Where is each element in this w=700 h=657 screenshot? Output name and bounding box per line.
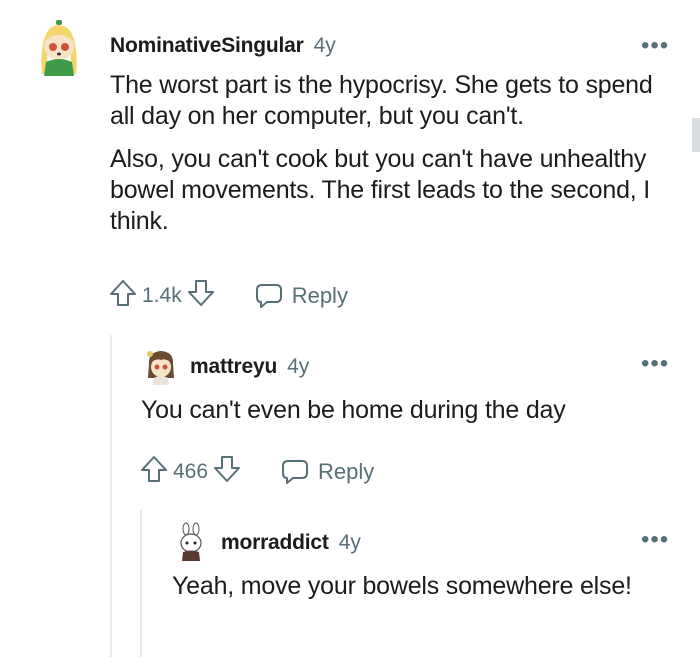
comment-header: mattreyu 4y <box>190 355 309 379</box>
speech-bubble-icon <box>282 460 309 484</box>
snoo-avatar-bunny-ears-icon <box>180 522 202 561</box>
comment-paragraph: You can't even be home during the day <box>141 396 566 424</box>
upvote-button[interactable] <box>108 278 138 314</box>
downvote-button[interactable] <box>186 278 216 314</box>
timestamp[interactable]: 4y <box>287 355 309 379</box>
reply-label: Reply <box>291 283 348 308</box>
comment-paragraph: Yeah, move your bowels somewhere else! <box>172 572 632 600</box>
speech-bubble-icon <box>255 284 282 308</box>
more-options-button[interactable]: ••• <box>641 32 669 60</box>
more-options-icon: ••• <box>641 526 670 553</box>
more-options-button[interactable]: ••• <box>641 350 669 378</box>
username[interactable]: morraddict <box>221 531 329 555</box>
more-options-icon: ••• <box>641 32 670 59</box>
downvote-arrow-icon <box>214 456 241 482</box>
comment-paragraph: Also, you can't cook but you can't have … <box>110 145 651 235</box>
avatar[interactable] <box>144 348 178 386</box>
upvote-button[interactable] <box>139 454 169 490</box>
avatar[interactable] <box>34 18 84 78</box>
reply-label: Reply <box>318 459 375 484</box>
more-options-icon: ••• <box>641 350 670 377</box>
scrollbar-thumb[interactable] <box>692 118 700 152</box>
upvote-arrow-icon <box>141 456 167 482</box>
vote-count: 466 <box>173 460 209 483</box>
username[interactable]: mattreyu <box>190 355 277 379</box>
comment-paragraph: The worst part is the hypocrisy. She get… <box>110 71 653 130</box>
comment-header: morraddict 4y <box>221 531 361 555</box>
reply-button[interactable]: Reply <box>254 282 348 310</box>
comment-body: Yeah, move your bowels somewhere else! <box>172 571 642 602</box>
thread-line-level-1[interactable] <box>110 335 112 657</box>
downvote-button[interactable] <box>212 454 242 490</box>
timestamp[interactable]: 4y <box>339 531 361 555</box>
comment-body: The worst part is the hypocrisy. She get… <box>110 70 680 237</box>
snoo-avatar-brown-hair-icon <box>147 351 174 385</box>
avatar[interactable] <box>176 522 206 562</box>
comment-actions: 466 Reply <box>139 454 374 490</box>
username[interactable]: NominativeSingular <box>110 34 304 58</box>
comment-body: You can't even be home during the day <box>141 395 681 426</box>
comment-actions: 1.4k Reply <box>108 278 348 314</box>
snoo-avatar-blonde-green-icon <box>41 20 77 76</box>
more-options-button[interactable]: ••• <box>641 526 669 554</box>
timestamp[interactable]: 4y <box>314 34 336 58</box>
downvote-arrow-icon <box>187 280 214 306</box>
reply-button[interactable]: Reply <box>280 458 374 486</box>
upvote-arrow-icon <box>110 280 136 306</box>
vote-count: 1.4k <box>142 284 182 307</box>
thread-line-level-2[interactable] <box>140 510 142 657</box>
comment-header: NominativeSingular 4y <box>110 34 336 58</box>
